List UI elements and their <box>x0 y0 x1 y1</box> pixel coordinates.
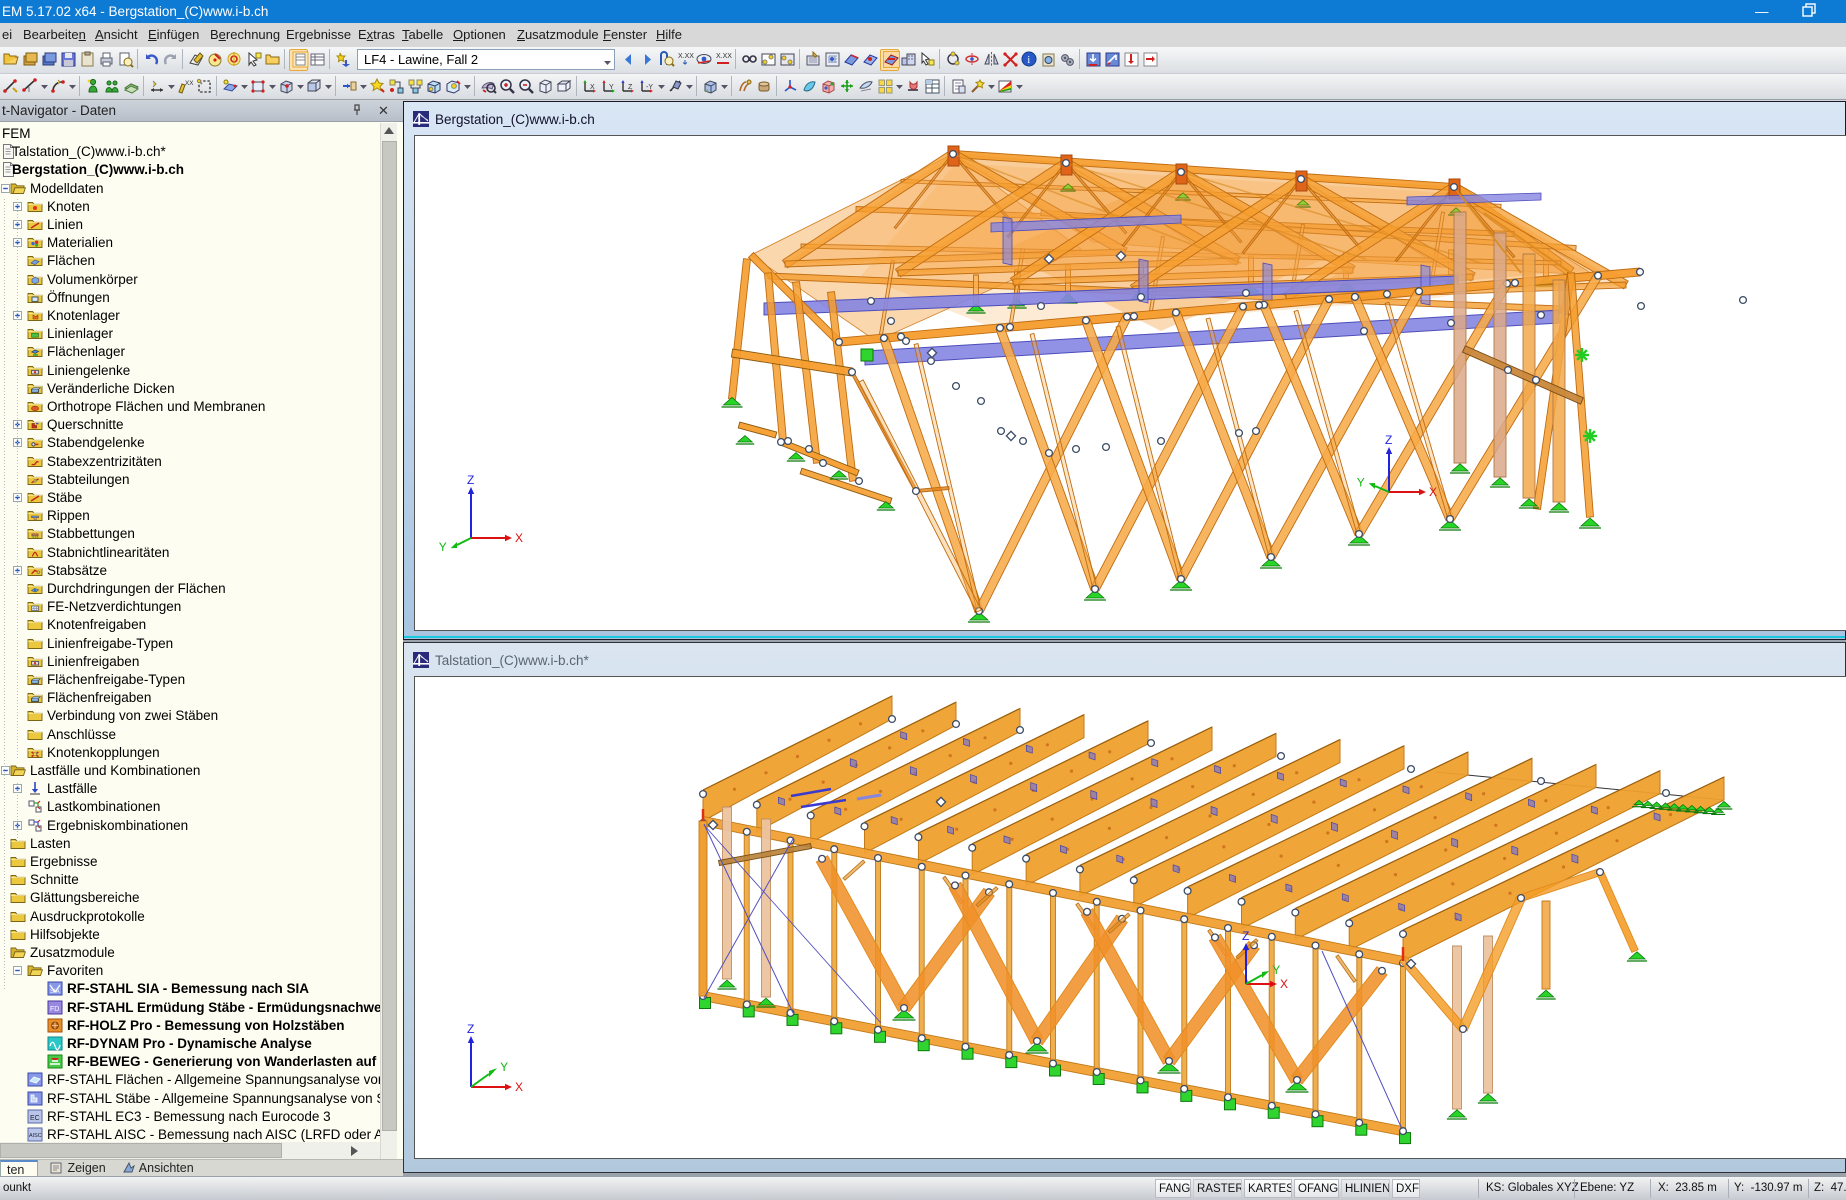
svg-text:Y: Y <box>500 1060 508 1074</box>
svg-text:X: X <box>515 1080 523 1094</box>
svg-text:X: X <box>590 84 595 91</box>
svg-text:Z: Z <box>467 473 474 487</box>
svg-text:AISC: AISC <box>29 1133 42 1139</box>
svg-text:FD: FD <box>50 1006 59 1013</box>
svg-text:Y: Y <box>609 84 614 91</box>
svg-text:I: I <box>28 87 30 94</box>
svg-text:EC: EC <box>30 1115 40 1122</box>
svg-text:Z: Z <box>628 84 633 91</box>
svg-text:X.XX: X.XX <box>716 53 732 60</box>
svg-text:Y: Y <box>439 540 447 554</box>
svg-text:XX: XX <box>185 80 194 87</box>
svg-text:X: X <box>1429 485 1437 499</box>
svg-text:Z: Z <box>467 1022 474 1036</box>
svg-text:Y: Y <box>1357 475 1365 489</box>
svg-text:X: X <box>1280 977 1288 991</box>
svg-text:-Y: -Y <box>646 84 653 91</box>
svg-text:X.XX: X.XX <box>678 53 694 60</box>
svg-text:X: X <box>515 531 523 545</box>
svg-text:Z: Z <box>1242 929 1249 943</box>
svg-text:i: i <box>1027 55 1030 66</box>
svg-text:Y: Y <box>1272 963 1280 977</box>
svg-text:Z: Z <box>1385 433 1392 447</box>
svg-text:SIA: SIA <box>50 989 60 995</box>
